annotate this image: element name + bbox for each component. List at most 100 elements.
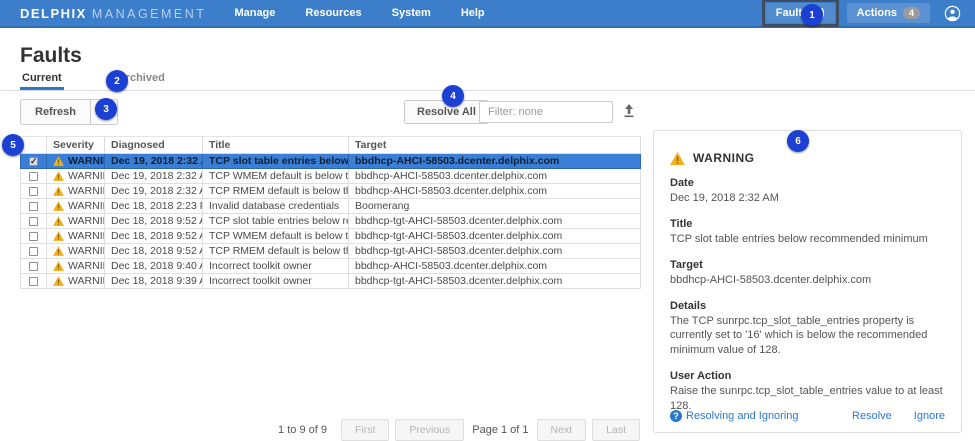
row-title: TCP WMEM default is below the recommende… [203, 169, 349, 184]
row-title: TCP WMEM default is below the recommende… [203, 229, 349, 244]
refresh-button[interactable]: Refresh [20, 99, 91, 125]
row-severity: WARNING [68, 260, 105, 272]
row-title: Incorrect toolkit owner [203, 274, 349, 289]
logo-primary: DELPHIX [20, 6, 87, 21]
table-row[interactable]: WARNINGDec 18, 2018 9:39 AMIncorrect too… [21, 274, 641, 289]
filter-input[interactable] [479, 101, 613, 123]
warning-icon [53, 201, 64, 211]
row-diagnosed: Dec 18, 2018 9:52 AM [105, 214, 203, 229]
row-checkbox[interactable] [29, 187, 38, 196]
warning-icon [53, 156, 64, 166]
warning-icon [53, 186, 64, 196]
faults-table: Severity Diagnosed Title Target WARNINGD… [20, 136, 641, 289]
warning-icon [53, 171, 64, 181]
row-title: Invalid database credentials [203, 199, 349, 214]
tab-bar: Current Archived [0, 72, 975, 91]
annotation-marker-4: 4 [442, 85, 464, 107]
detail-title-label: Title [670, 218, 945, 230]
row-target: bbdhcp-AHCI-58503.dcenter.delphix.com [349, 259, 641, 274]
warning-icon [53, 216, 64, 226]
row-severity: WARNING [68, 200, 105, 212]
pagination-next-button[interactable]: Next [537, 419, 587, 441]
detail-date-label: Date [670, 177, 945, 189]
warning-icon [53, 231, 64, 241]
annotation-marker-6: 6 [787, 130, 809, 152]
table-row[interactable]: WARNINGDec 19, 2018 2:32 AMTCP WMEM defa… [21, 169, 641, 184]
resolving-and-ignoring-link[interactable]: ? Resolving and Ignoring [670, 410, 799, 422]
nav-resources[interactable]: Resources [305, 7, 361, 19]
logo-secondary: MANAGEMENT [92, 7, 207, 21]
column-header-target[interactable]: Target [349, 137, 641, 154]
row-checkbox[interactable] [29, 262, 38, 271]
row-title: TCP slot table entries below recommended… [203, 214, 349, 229]
row-severity: WARNING [68, 215, 105, 227]
row-checkbox[interactable] [29, 277, 38, 286]
warning-icon [53, 246, 64, 256]
delphix-logo: DELPHIX MANAGEMENT [20, 6, 206, 21]
pagination-page-indicator: Page 1 of 1 [472, 424, 528, 436]
row-severity: WARNING [68, 230, 105, 242]
row-checkbox[interactable] [29, 247, 38, 256]
row-diagnosed: Dec 18, 2018 9:39 AM [105, 274, 203, 289]
row-target: Boomerang [349, 199, 641, 214]
row-title: Incorrect toolkit owner [203, 259, 349, 274]
select-column-header [21, 137, 47, 154]
warning-icon [670, 152, 685, 165]
top-navigation-bar: DELPHIX MANAGEMENT Manage Resources Syst… [0, 0, 975, 28]
row-target: bbdhcp-AHCI-58503.dcenter.delphix.com [349, 154, 641, 169]
table-row[interactable]: WARNINGDec 19, 2018 2:32 AMTCP slot tabl… [21, 154, 641, 169]
column-header-diagnosed[interactable]: Diagnosed [105, 137, 203, 154]
nav-system[interactable]: System [392, 7, 431, 19]
row-diagnosed: Dec 18, 2018 2:23 PM [105, 199, 203, 214]
row-checkbox[interactable] [29, 217, 38, 226]
row-diagnosed: Dec 18, 2018 9:52 AM [105, 229, 203, 244]
export-icon[interactable] [620, 102, 638, 120]
row-target: bbdhcp-tgt-AHCI-58503.dcenter.delphix.co… [349, 229, 641, 244]
page-title: Faults [20, 44, 82, 68]
ignore-link[interactable]: Ignore [914, 410, 945, 422]
pagination-first-button[interactable]: First [341, 419, 389, 441]
row-diagnosed: Dec 19, 2018 2:32 AM [105, 154, 203, 169]
nav-help[interactable]: Help [461, 7, 485, 19]
actions-count-badge: 4 [903, 7, 920, 19]
row-checkbox[interactable] [29, 202, 38, 211]
row-title: TCP RMEM default is below the recommende… [203, 244, 349, 259]
row-target: bbdhcp-AHCI-58503.dcenter.delphix.com [349, 184, 641, 199]
actions-button-label: Actions [857, 7, 897, 19]
user-profile-icon[interactable] [944, 5, 961, 22]
annotation-marker-3: 3 [95, 98, 117, 120]
table-row[interactable]: WARNINGDec 18, 2018 9:52 AMTCP RMEM defa… [21, 244, 641, 259]
row-severity: WARNING [68, 170, 105, 182]
detail-user-action-label: User Action [670, 370, 945, 382]
row-checkbox[interactable] [29, 232, 38, 241]
row-checkbox[interactable] [29, 157, 38, 166]
row-diagnosed: Dec 19, 2018 2:32 AM [105, 169, 203, 184]
column-header-severity[interactable]: Severity [47, 137, 105, 154]
row-severity: WARNING [68, 185, 105, 197]
detail-details-value: The TCP sunrpc.tcp_slot_table_entries pr… [670, 314, 945, 359]
table-header-row: Severity Diagnosed Title Target [21, 137, 641, 154]
warning-icon [53, 261, 64, 271]
column-header-title[interactable]: Title [203, 137, 349, 154]
row-title: TCP slot table entries below recommended… [203, 154, 349, 169]
annotation-marker-1: 1 [801, 4, 823, 26]
row-checkbox[interactable] [29, 172, 38, 181]
detail-title-value: TCP slot table entries below recommended… [670, 232, 945, 247]
pagination-last-button[interactable]: Last [592, 419, 640, 441]
detail-target-label: Target [670, 259, 945, 271]
table-row[interactable]: WARNINGDec 18, 2018 9:52 AMTCP WMEM defa… [21, 229, 641, 244]
annotation-marker-2: 2 [106, 70, 128, 92]
pagination-bar: 1 to 9 of 9 First Previous Page 1 of 1 N… [20, 419, 640, 441]
actions-button[interactable]: Actions 4 [847, 3, 930, 23]
row-target: bbdhcp-tgt-AHCI-58503.dcenter.delphix.co… [349, 244, 641, 259]
nav-manage[interactable]: Manage [234, 7, 275, 19]
row-target: bbdhcp-tgt-AHCI-58503.dcenter.delphix.co… [349, 214, 641, 229]
tab-current[interactable]: Current [20, 72, 64, 90]
pagination-previous-button[interactable]: Previous [395, 419, 464, 441]
table-row[interactable]: WARNINGDec 18, 2018 9:40 AMIncorrect too… [21, 259, 641, 274]
table-row[interactable]: WARNINGDec 18, 2018 9:52 AMTCP slot tabl… [21, 214, 641, 229]
detail-date-value: Dec 19, 2018 2:32 AM [670, 191, 945, 206]
table-row[interactable]: WARNINGDec 18, 2018 2:23 PMInvalid datab… [21, 199, 641, 214]
table-row[interactable]: WARNINGDec 19, 2018 2:32 AMTCP RMEM defa… [21, 184, 641, 199]
resolve-link[interactable]: Resolve [852, 410, 892, 422]
